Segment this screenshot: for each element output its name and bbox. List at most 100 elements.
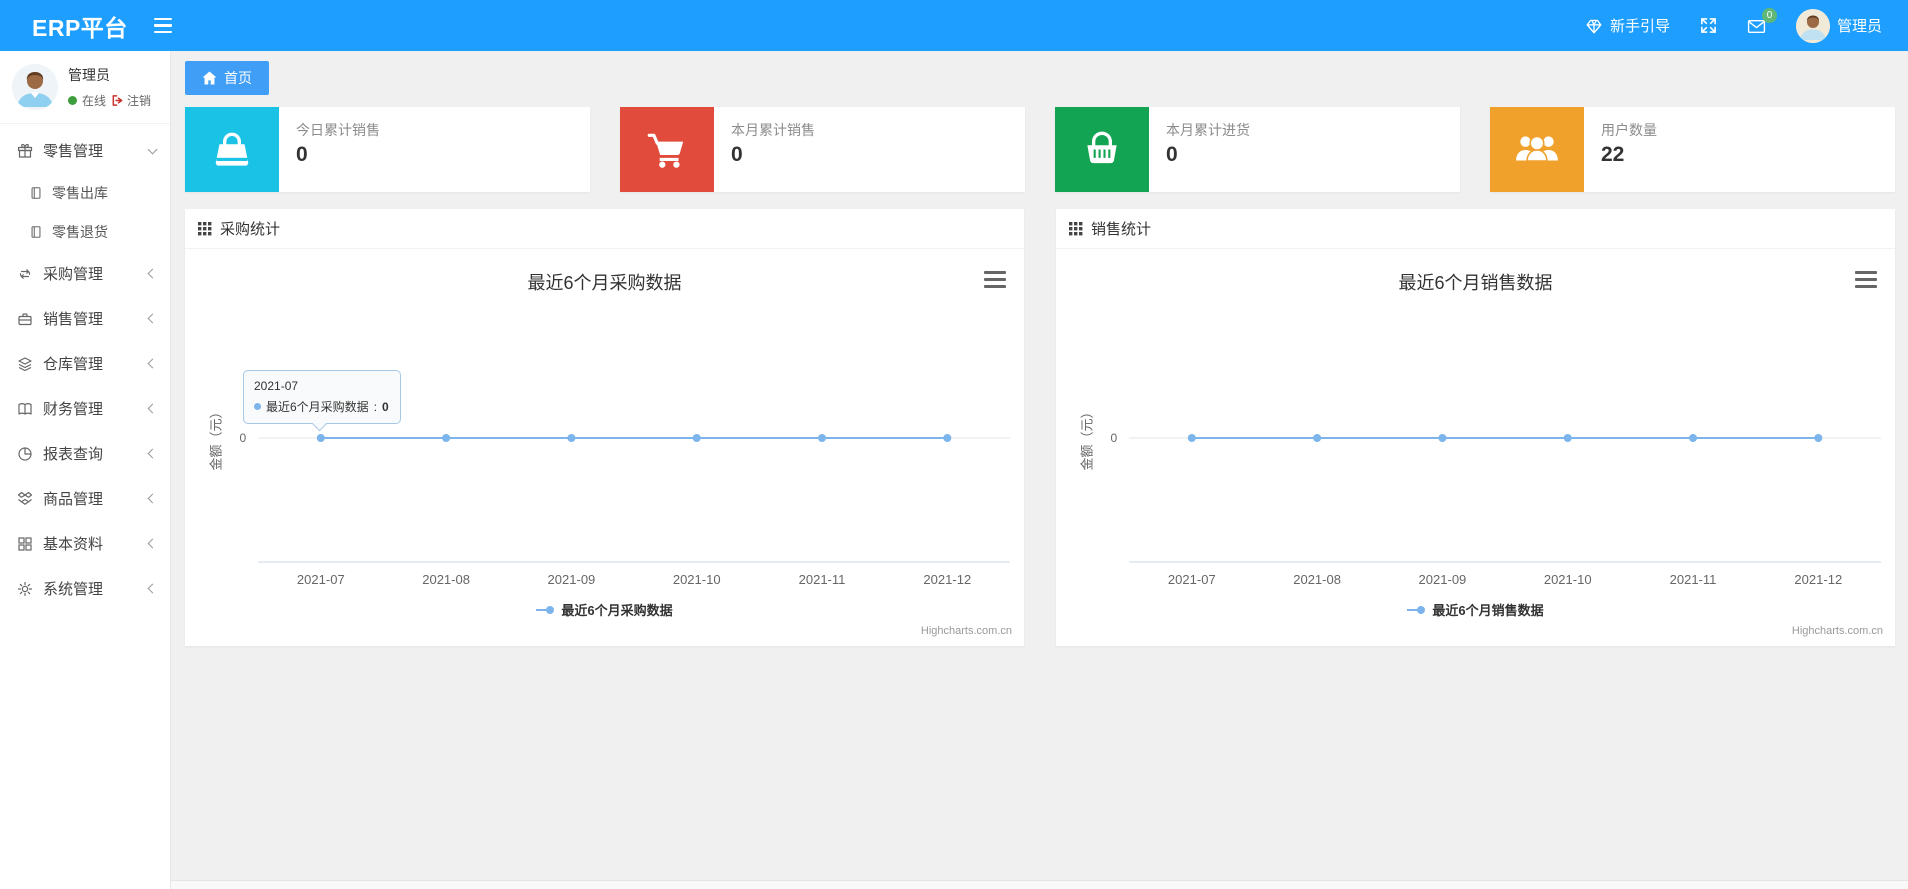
sidebar-item-label: 基本资料 [43, 536, 104, 553]
x-axis-tick-label: 2021-11 [1670, 572, 1717, 587]
sidebar-item-finance[interactable]: 财务管理 [0, 386, 170, 431]
x-axis-tick-label: 2021-10 [1544, 572, 1592, 587]
stat-text: 本月累计进货 0 [1149, 107, 1250, 192]
data-point[interactable] [1187, 434, 1196, 442]
chevron-left-icon [147, 493, 158, 504]
stat-text: 今日累计销售 0 [279, 107, 380, 192]
gem-icon [1586, 19, 1602, 33]
data-point[interactable] [692, 434, 701, 442]
online-label: 在线 [82, 94, 107, 108]
gift-icon [17, 143, 33, 158]
legend-label: 最近6个月采购数据 [561, 603, 673, 618]
data-point[interactable] [1313, 434, 1322, 442]
gear-icon [17, 581, 33, 596]
logout-label: 注销 [127, 94, 152, 108]
tooltip-value: 0 [382, 399, 389, 414]
sidebar-toggle-icon[interactable] [153, 17, 172, 34]
dashboard-content: 今日累计销售 0 本月累计销售 0 本月累计进货 0 用户数量 22 采购统计 … [171, 95, 1908, 880]
fullscreen-icon [1701, 18, 1716, 33]
chevron-left-icon [147, 313, 158, 324]
tab-home-label: 首页 [224, 70, 252, 86]
stat-label: 本月累计销售 [731, 122, 815, 138]
sidebar-user-block: 管理员 在线 注销 [0, 51, 170, 124]
data-point[interactable] [442, 434, 451, 442]
stat-icon-box [185, 107, 279, 192]
shopping-basket-icon [1087, 131, 1117, 163]
tooltip-separator: : [373, 399, 378, 414]
data-point[interactable] [1438, 434, 1447, 442]
tab-bar: 首页 [171, 51, 1908, 95]
tab-home[interactable]: 首页 [185, 61, 269, 95]
x-axis-tick-label: 2021-09 [548, 572, 596, 587]
top-navbar: ERP平台 新手引导 0 管理员 [0, 0, 1908, 51]
stat-value: 22 [1601, 143, 1625, 166]
x-axis-tick-label: 2021-10 [673, 572, 721, 587]
panel-title: 采购统计 [220, 221, 281, 238]
stat-text: 本月累计销售 0 [714, 107, 815, 192]
chart-tooltip: 2021-07 最近6个月采购数据: 0 [243, 370, 401, 424]
data-point[interactable] [818, 434, 827, 442]
sidebar-item-label: 零售退货 [52, 223, 108, 240]
charts-row: 采购统计 最近6个月采购数据 金额（元） 0 2021-07 2021-08 2021… [185, 209, 1895, 646]
user-status-row: 在线 注销 [68, 92, 151, 109]
user-menu[interactable]: 管理员 [1795, 8, 1882, 43]
legend-item[interactable]: 最近6个月采购数据 [185, 600, 1024, 619]
notebook-icon [31, 225, 41, 238]
users-icon [1516, 135, 1558, 162]
sidebar-item-purchase[interactable]: 采购管理 [0, 251, 170, 296]
sidebar-item-sales[interactable]: 销售管理 [0, 296, 170, 341]
x-axis-tick-label: 2021-11 [799, 572, 846, 587]
y-axis-tick-label: 0 [239, 431, 246, 445]
sidebar-item-label: 零售管理 [43, 143, 104, 160]
avatar [1795, 8, 1830, 43]
data-point[interactable] [567, 434, 576, 442]
data-point[interactable] [1689, 434, 1698, 442]
stat-card-today-sales: 今日累计销售 0 [185, 107, 590, 192]
logout-link[interactable]: 注销 [111, 92, 151, 109]
data-point[interactable] [316, 434, 325, 442]
sidebar-item-retail[interactable]: 零售管理 [0, 128, 170, 173]
plot-area: 0 2021-07 2021-08 2021-09 2021-10 2021-11 2021… [239, 431, 1010, 587]
shopping-bag-icon [215, 132, 249, 166]
app-root: ERP平台 新手引导 0 管理员 管理员 在线 注销 零售管理 零售出库 零售退… [0, 0, 1908, 889]
sidebar-username: 管理员 [68, 67, 110, 83]
stat-icon-box [1055, 107, 1149, 192]
data-point[interactable] [943, 434, 952, 442]
plot-area: 0 2021-07 2021-08 2021-09 2021-10 2021-11 2021… [1110, 431, 1881, 587]
home-icon [202, 71, 217, 85]
sidebar-item-warehouse[interactable]: 仓库管理 [0, 341, 170, 386]
main-area: 首页 今日累计销售 0 本月累计销售 0 本月累计进货 0 用户数量 22 采购… [171, 51, 1908, 889]
stat-value: 0 [296, 143, 308, 166]
grid-dots-icon [1069, 221, 1083, 235]
tooltip-series-row: 最近6个月采购数据: 0 [254, 398, 390, 415]
purchase-loop-icon [19, 268, 31, 279]
fullscreen-button[interactable] [1700, 17, 1717, 34]
sidebar-item-system[interactable]: 系统管理 [0, 566, 170, 611]
chevron-left-icon [147, 448, 158, 459]
stat-card-month-sales: 本月累计销售 0 [620, 107, 1025, 192]
legend-item[interactable]: 最近6个月销售数据 [1056, 600, 1895, 619]
chart-credit[interactable]: Highcharts.com.cn [921, 625, 1012, 637]
sales-stats-panel: 销售统计 最近6个月销售数据 金额（元） 0 2021-07 2021-08 2021… [1056, 209, 1895, 646]
panel-header: 销售统计 [1056, 209, 1895, 249]
grid-dots-icon [198, 221, 212, 235]
data-point[interactable] [1814, 434, 1823, 442]
messages-button[interactable]: 0 [1747, 7, 1777, 35]
shopping-cart-icon [647, 133, 684, 168]
panel-title: 销售统计 [1091, 221, 1152, 238]
app-brand: ERP平台 [32, 14, 128, 41]
data-point[interactable] [1563, 434, 1572, 442]
x-axis-tick-label: 2021-12 [1794, 572, 1842, 587]
guide-button[interactable]: 新手引导 [1585, 15, 1670, 36]
online-dot-icon [68, 96, 77, 105]
sidebar-item-retail-outbound[interactable]: 零售出库 [0, 173, 170, 212]
sidebar-item-basic-data[interactable]: 基本资料 [0, 521, 170, 566]
sidebar-item-reports[interactable]: 报表查询 [0, 431, 170, 476]
chevron-down-icon [147, 144, 158, 154]
x-axis-tick-label: 2021-12 [923, 572, 971, 587]
chevron-left-icon [147, 268, 158, 279]
chart-credit[interactable]: Highcharts.com.cn [1792, 625, 1883, 637]
sidebar-item-retail-return[interactable]: 零售退货 [0, 212, 170, 251]
sidebar-item-goods[interactable]: 商品管理 [0, 476, 170, 521]
notebook-icon [31, 186, 41, 199]
